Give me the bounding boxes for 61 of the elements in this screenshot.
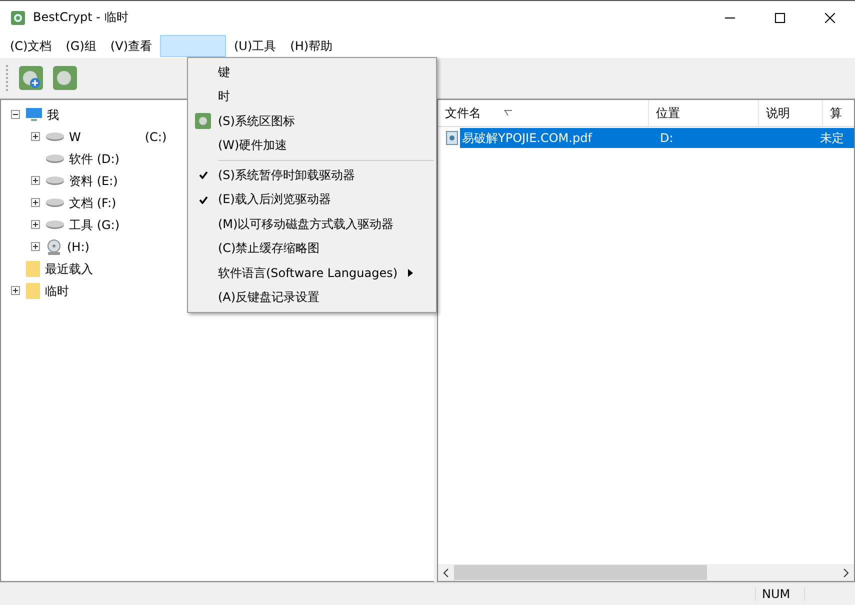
menu-option[interactable]: (A)反键盘记录设置 [188, 286, 436, 310]
expand-toggle[interactable] [31, 132, 40, 141]
column-header[interactable]: 算 [823, 100, 855, 126]
file-icon [446, 131, 458, 145]
menu-item[interactable]: (G)组 [60, 34, 102, 58]
expand-toggle[interactable] [31, 176, 40, 185]
tree-item[interactable]: 最近载入 [45, 260, 93, 278]
drive-icon [45, 219, 65, 231]
computer-icon [25, 107, 43, 123]
menu-option[interactable]: (M)以可移动磁盘方式载入驱动器 [188, 212, 436, 236]
table-cell[interactable]: 易破解YPOJIE.COM.pdf [460, 128, 654, 148]
table-cell: 未定 [820, 128, 854, 148]
menu-option[interactable]: (W)硬件加速 [188, 134, 436, 158]
menu-item[interactable]: (C)文档 [4, 34, 58, 58]
expand-toggle[interactable] [31, 220, 40, 229]
tree-item[interactable]: (H:) [67, 240, 90, 254]
menu-option[interactable]: 时 [188, 84, 436, 109]
tree-item[interactable]: 临时 [45, 282, 69, 300]
num-lock-indicator: NUM [755, 587, 805, 601]
menu-option[interactable]: (C)禁止缓存缩略图 [188, 236, 436, 261]
menu-option[interactable]: (S)系统区图标 [188, 109, 436, 134]
menu-option[interactable]: 软件语言(Software Languages) [188, 261, 436, 286]
expand-toggle[interactable] [31, 242, 40, 251]
expand-toggle[interactable] [11, 286, 20, 295]
drive-icon [45, 131, 65, 143]
drive-icon [45, 175, 65, 187]
tree-item[interactable]: 软件 (D:) [69, 150, 120, 168]
checkmark-icon [198, 196, 208, 204]
folder-icon [25, 282, 41, 300]
drive-icon [45, 197, 65, 209]
sort-icon [504, 110, 512, 116]
folder-icon [25, 260, 41, 278]
column-header[interactable]: 说明 [759, 100, 823, 126]
tree-item[interactable]: 工具 (G:) [69, 216, 120, 234]
close-icon [825, 12, 835, 22]
drive-icon [45, 153, 65, 165]
menu-item[interactable]: (U)工具 [228, 34, 282, 58]
tree-item[interactable]: W [69, 130, 81, 144]
scroll-right-icon[interactable] [842, 568, 850, 578]
menu-option[interactable]: (S)系统暂停时卸载驱动器 [188, 163, 436, 188]
scroll-left-icon[interactable] [442, 568, 450, 578]
tree-item[interactable]: 文档 (F:) [69, 194, 116, 212]
maximize-icon [775, 12, 785, 22]
tree-item[interactable]: 我 [47, 106, 59, 124]
column-header[interactable]: 位置 [649, 100, 759, 126]
column-header[interactable]: 文件名 [438, 100, 649, 126]
menu-option[interactable]: (E)载入后浏览驱动器 [188, 188, 436, 212]
menu-option[interactable]: 键 [188, 60, 436, 84]
app-icon [10, 10, 26, 26]
table-cell: D: [654, 128, 770, 148]
disc-drive-icon [45, 238, 63, 256]
expand-toggle[interactable] [11, 110, 20, 119]
tree-item[interactable]: (C:) [144, 130, 167, 144]
menu-item[interactable]: (H)帮助 [284, 34, 339, 58]
expand-toggle[interactable] [31, 198, 40, 207]
tree-item[interactable]: 资料 (E:) [69, 172, 118, 190]
menu-item[interactable]: (V)查看 [104, 34, 158, 58]
window-title: BestCrypt - 临时 [33, 9, 128, 26]
horizontal-scrollbar[interactable] [438, 564, 854, 581]
submenu-arrow-icon [408, 269, 413, 278]
checkmark-icon [198, 171, 208, 180]
